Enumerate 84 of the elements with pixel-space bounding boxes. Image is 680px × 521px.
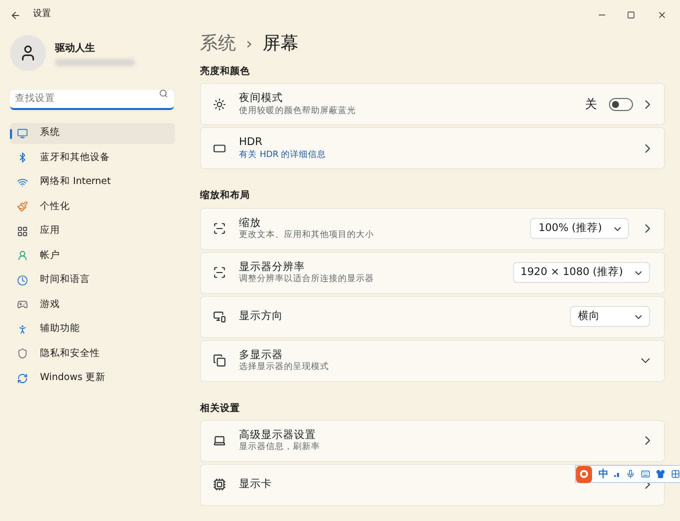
chevron-down-icon	[635, 270, 642, 274]
toggle-state-label: 关	[585, 96, 597, 114]
avatar	[10, 35, 46, 71]
setting-title: 显示器分辨率	[239, 260, 306, 274]
setting-card[interactable]: 多显示器 选择显示器的呈现模式	[200, 340, 665, 382]
resolution-icon	[213, 266, 226, 279]
chevron-right-icon	[645, 144, 650, 153]
setting-title: 夜间模式	[239, 92, 284, 106]
sidebar-item[interactable]: 系统	[10, 122, 175, 144]
apps-icon	[17, 226, 28, 237]
search-field[interactable]: 查找设置	[10, 90, 174, 110]
breadcrumb-separator: ›	[246, 33, 252, 55]
multiple-displays-icon	[213, 354, 226, 367]
laptop-icon	[213, 434, 226, 448]
bluetooth-icon	[17, 152, 28, 164]
setting-card[interactable]: 夜间模式 使用较暖的颜色帮助屏蔽蓝光 关	[200, 83, 665, 126]
chevron-down-icon	[635, 314, 642, 318]
setting-card[interactable]: 缩放 更改文本、应用和其他项目的大小 100% (推荐)	[200, 208, 665, 250]
ime-logo-icon[interactable]	[576, 466, 592, 482]
search-icon	[159, 89, 168, 98]
sidebar-item[interactable]: 应用	[10, 220, 175, 242]
setting-title: 高级显示器设置	[239, 428, 317, 442]
hdr-info-link[interactable]: 有关 HDR 的详细信息	[239, 150, 645, 160]
update-icon	[17, 372, 28, 384]
setting-description: 更改文本、应用和其他项目的大小	[239, 230, 375, 240]
user-icon	[17, 250, 28, 262]
punctuation-icon[interactable]	[614, 471, 620, 477]
toolbox-icon[interactable]	[670, 469, 680, 479]
sidebar-item[interactable]: 隐私和安全性	[10, 343, 175, 364]
skin-icon[interactable]	[656, 469, 665, 479]
window-title: 设置	[33, 8, 51, 22]
sidebar-item[interactable]: 游戏	[10, 294, 175, 316]
sun-icon	[213, 98, 226, 111]
close-icon[interactable]	[657, 10, 667, 20]
user-name: 驱动人生	[55, 42, 96, 56]
rotate-screen-icon	[213, 310, 226, 323]
setting-description: 使用较暖的颜色帮助屏蔽蓝光	[239, 106, 357, 116]
scale-icon	[213, 222, 226, 235]
keyboard-icon[interactable]	[640, 469, 650, 479]
setting-card[interactable]: 高级显示器设置 显示器信息，刷新率	[200, 420, 665, 462]
sidebar-item[interactable]: Windows 更新	[10, 368, 175, 389]
sidebar-item[interactable]: 网络和 Internet	[10, 172, 175, 193]
breadcrumb-parent[interactable]: 系统	[200, 30, 236, 57]
section-heading: 缩放和布局	[200, 189, 251, 204]
maximize-icon[interactable]	[627, 11, 635, 19]
dropdown-select[interactable]: 1920 × 1080 (推荐)	[512, 262, 650, 283]
chevron-right-icon	[645, 100, 650, 109]
graphics-card-icon	[213, 478, 226, 492]
sidebar-item[interactable]: 个性化	[10, 196, 175, 218]
sidebar-item[interactable]: 时间和语言	[10, 270, 175, 291]
setting-card[interactable]: 显示器分辨率 调整分辨率以适合所连接的显示器 1920 × 1080 (推荐)	[200, 252, 665, 294]
brush-icon	[17, 201, 28, 212]
hdr-icon	[213, 142, 226, 155]
setting-title: 显示方向	[239, 310, 284, 324]
monitor-icon	[17, 128, 28, 139]
page-title: 屏幕	[262, 32, 298, 56]
setting-description: 调整分辨率以适合所连接的显示器	[239, 274, 375, 284]
wifi-icon	[17, 176, 28, 188]
microphone-icon[interactable]	[626, 469, 635, 479]
section-heading: 相关设置	[200, 402, 241, 416]
back-icon[interactable]	[10, 10, 21, 20]
toggle-switch[interactable]	[609, 98, 633, 111]
dropdown-select[interactable]: 100% (推荐)	[530, 218, 629, 239]
setting-title: 显示卡	[239, 478, 273, 492]
gamepad-icon	[17, 299, 28, 310]
dropdown-select[interactable]: 横向	[570, 306, 650, 327]
setting-card[interactable]: HDR 有关 HDR 的详细信息	[200, 127, 665, 170]
input-mode[interactable]: 中	[598, 466, 608, 482]
sidebar-item[interactable]: 蓝牙和其他设备	[10, 147, 175, 168]
setting-description: 显示器信息，刷新率	[239, 442, 321, 453]
sidebar-item[interactable]: 辅助功能	[10, 318, 175, 340]
shield-icon	[17, 348, 28, 360]
chevron-right-icon	[645, 224, 650, 233]
section-heading: 亮度和颜色	[200, 65, 251, 79]
person-icon	[17, 324, 28, 335]
clock-icon	[17, 274, 28, 286]
sidebar-item[interactable]: 帐户	[10, 245, 175, 266]
setting-card[interactable]: 显示方向 横向	[200, 296, 665, 338]
chevron-right-icon	[645, 436, 650, 446]
setting-description: 选择显示器的呈现模式	[239, 362, 330, 372]
setting-title: 缩放	[239, 216, 262, 230]
chevron-down-icon	[614, 226, 621, 230]
setting-title: HDR	[239, 136, 264, 150]
setting-title: 多显示器	[239, 348, 284, 362]
